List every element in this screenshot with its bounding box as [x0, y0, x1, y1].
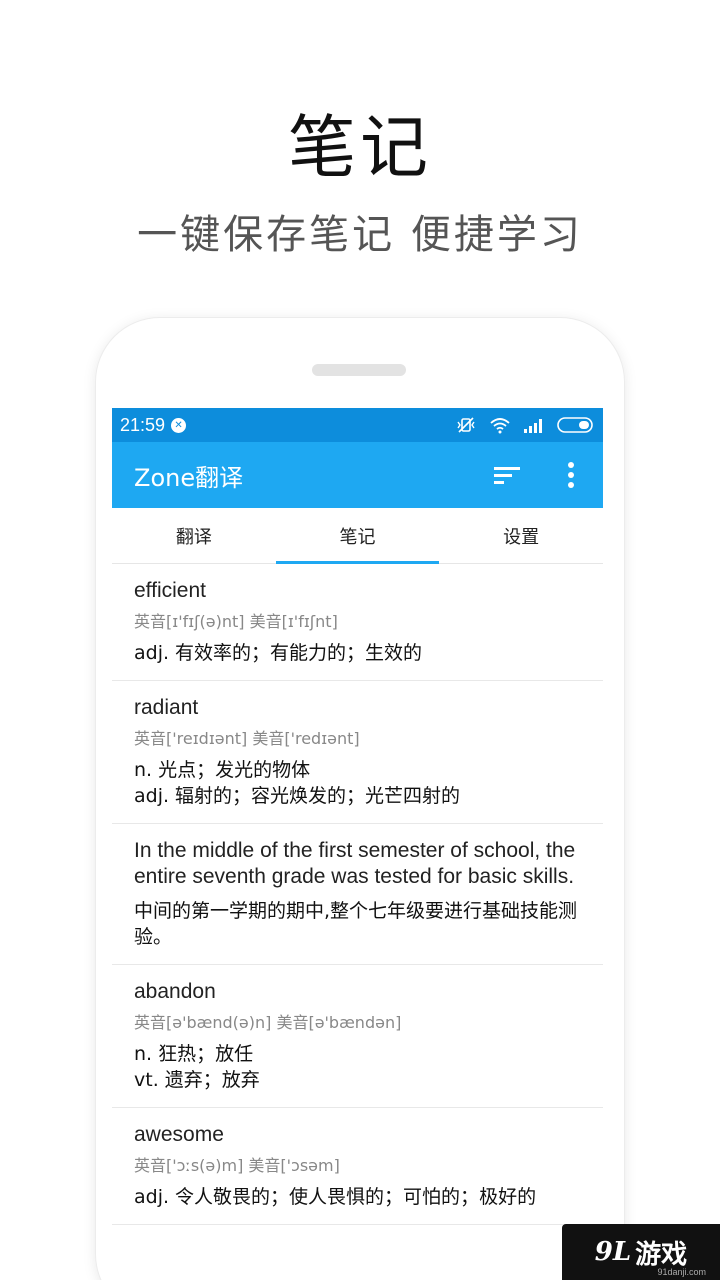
tab-translate[interactable]: 翻译: [112, 508, 276, 563]
phone-frame: 21:59 ✕ Zone翻译 翻译 笔记 设置 efficient 英音[ɪ'f…: [96, 318, 624, 1280]
list-item[interactable]: awesome 英音['ɔːs(ə)m] 美音['ɔsəm] adj. 令人敬畏…: [112, 1108, 603, 1225]
watermark-logo: 9L 游戏 91danji.com: [562, 1224, 720, 1280]
more-vertical-icon: [568, 462, 574, 488]
note-phonetic: 英音['reɪdɪənt] 美音['redɪənt]: [134, 729, 360, 748]
note-definition: vt. 遗弃；放弃: [134, 1069, 260, 1091]
notification-icon: ✕: [171, 417, 187, 433]
promo-title: 笔记: [287, 109, 432, 188]
list-item[interactable]: abandon 英音[ə'bænd(ə)n] 美音[ə'bændən] n. 狂…: [112, 965, 603, 1108]
note-phonetic: 英音[ɪ'fɪʃ(ə)nt] 美音[ɪ'fɪʃnt]: [134, 612, 338, 631]
note-list: efficient 英音[ɪ'fɪʃ(ə)nt] 美音[ɪ'fɪʃnt] adj…: [112, 564, 603, 1225]
wifi-icon: [489, 416, 511, 434]
sort-icon: [494, 467, 520, 484]
note-word: abandon: [134, 980, 216, 1003]
note-word: awesome: [134, 1123, 224, 1146]
app-bar: Zone翻译: [112, 442, 603, 508]
note-definition: n. 光点；发光的物体: [134, 759, 311, 781]
status-time: 21:59: [120, 414, 166, 435]
list-item[interactable]: radiant 英音['reɪdɪənt] 美音['redɪənt] n. 光点…: [112, 681, 603, 824]
more-options-button[interactable]: [539, 442, 603, 508]
list-item[interactable]: efficient 英音[ɪ'fɪʃ(ə)nt] 美音[ɪ'fɪʃnt] adj…: [112, 564, 603, 681]
vibrate-off-icon: [455, 416, 477, 434]
note-sentence: In the middle of the first semester of s…: [134, 839, 576, 888]
watermark-site: 91danji.com: [657, 1267, 706, 1277]
note-translation: 中间的第一学期的期中,整个七年级要进行基础技能测验。: [134, 900, 578, 948]
phone-screen: 21:59 ✕ Zone翻译 翻译 笔记 设置 efficient 英音[ɪ'f…: [112, 408, 603, 1280]
tab-bar: 翻译 笔记 设置: [112, 508, 603, 564]
tab-settings[interactable]: 设置: [439, 508, 603, 563]
watermark-text: 游戏: [635, 1239, 688, 1270]
watermark-number: 9L: [594, 1237, 632, 1267]
note-definition: adj. 有效率的；有能力的；生效的: [134, 642, 423, 664]
note-definition: n. 狂热；放任: [134, 1043, 254, 1065]
promo-subtitle: 一键保存笔记 便捷学习: [137, 212, 583, 258]
note-phonetic: 英音[ə'bænd(ə)n] 美音[ə'bændən]: [134, 1013, 402, 1032]
note-definition: adj. 辐射的；容光焕发的；光芒四射的: [134, 785, 461, 807]
list-item[interactable]: In the middle of the first semester of s…: [112, 824, 603, 965]
battery-icon: [557, 417, 595, 433]
tab-notes[interactable]: 笔记: [275, 508, 440, 564]
phone-speaker: [312, 364, 406, 376]
note-word: efficient: [134, 579, 206, 602]
note-phonetic: 英音['ɔːs(ə)m] 美音['ɔsəm]: [134, 1156, 340, 1175]
status-bar: 21:59 ✕: [112, 408, 603, 442]
note-word: radiant: [134, 696, 199, 719]
app-title: Zone翻译: [134, 463, 244, 492]
signal-icon: [523, 417, 545, 433]
sort-button[interactable]: [475, 442, 539, 508]
note-definition: adj. 令人敬畏的；使人畏惧的；可怕的；极好的: [134, 1186, 537, 1208]
